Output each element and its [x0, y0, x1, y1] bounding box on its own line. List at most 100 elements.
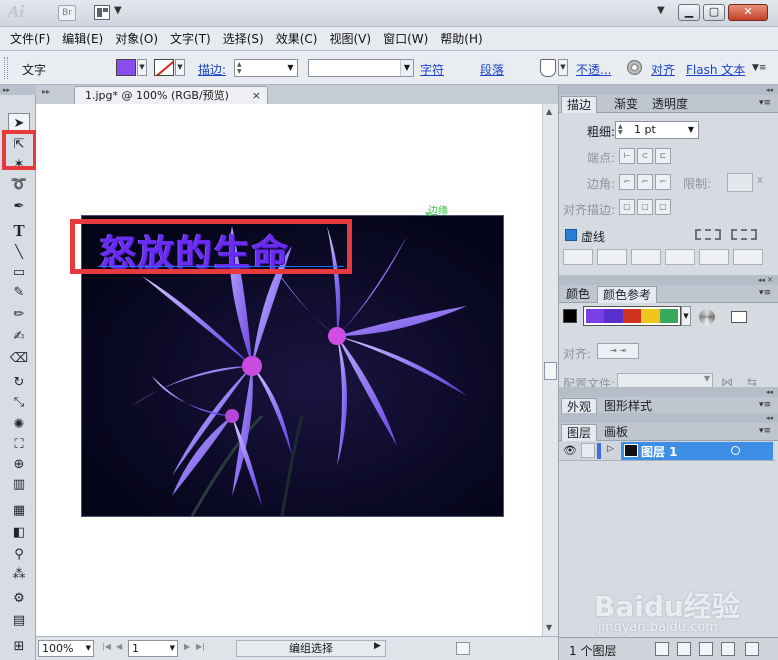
artboard-tool-icon[interactable]: ⊞ [8, 637, 30, 657]
lasso-tool-icon[interactable]: ➰ [8, 175, 30, 195]
align-options-icon[interactable]: ⇥ ⇥ [597, 343, 639, 359]
clipping-mask-icon[interactable] [677, 642, 691, 656]
maximize-button[interactable]: ▢ [703, 4, 725, 21]
shape-builder-tool-icon[interactable]: ⊕ [8, 455, 30, 475]
menu-window[interactable]: 窗口(W) [377, 27, 434, 50]
fill-color-swatch[interactable] [116, 59, 136, 76]
tools-collapse-icon[interactable]: ▸▸ [0, 85, 36, 95]
stroke-weight-input[interactable]: ▲ ▼ 1 pt ▼ [615, 121, 699, 139]
lock-toggle[interactable] [581, 443, 595, 458]
harmony-color[interactable] [604, 309, 623, 323]
bevel-join-icon[interactable]: ⌐ [655, 174, 671, 190]
flash-text-link[interactable]: Flash 文本 [686, 61, 745, 78]
document-tab[interactable]: 1.jpg* @ 100% (RGB/预览) × [74, 86, 268, 104]
menu-object[interactable]: 对象(O) [109, 27, 164, 50]
new-sublayer-icon[interactable] [699, 642, 713, 656]
stroke-link[interactable]: 描边: [198, 61, 226, 78]
layer-row[interactable]: 👁 ▷ 图层 1 [559, 441, 775, 461]
miter-limit-input[interactable] [727, 173, 753, 192]
delete-layer-icon[interactable] [745, 642, 759, 656]
first-artboard-icon[interactable]: |◀ [102, 642, 111, 651]
spinner-arrows-icon[interactable]: ▲ ▼ [237, 61, 242, 75]
scroll-up-icon[interactable]: ▲ [546, 107, 552, 116]
panel-menu-icon[interactable]: ▾≡ [759, 426, 771, 436]
layer-selected[interactable]: 图层 1 [621, 442, 773, 460]
rectangle-tool-icon[interactable]: ▭ [8, 263, 30, 283]
close-button[interactable]: ✕ [728, 4, 768, 21]
dash-input[interactable] [563, 249, 593, 265]
align-center-icon[interactable]: ▢ [619, 199, 635, 215]
panel-menu-icon[interactable]: ▾≡ [759, 400, 771, 410]
character-link[interactable]: 字符 [420, 61, 444, 78]
tab-color[interactable]: 颜色 [561, 286, 595, 303]
graphic-style-dropdown[interactable]: ▼ [558, 59, 568, 76]
zoom-level-combo[interactable]: 100% ▼ [38, 640, 94, 657]
tab-color-guide[interactable]: 颜色参考 [597, 286, 658, 303]
dock-collapse-icon[interactable]: ◂◂ [559, 85, 778, 95]
panel-collapse-icon[interactable]: ◂◂ [559, 413, 778, 423]
menu-type[interactable]: 文字(T) [164, 27, 217, 50]
edit-colors-icon[interactable] [699, 309, 715, 325]
gap-input[interactable] [733, 249, 763, 265]
chevron-down-icon[interactable]: ▼ [688, 122, 694, 138]
spinner-arrows-icon[interactable]: ▲ ▼ [618, 124, 623, 136]
layer-name[interactable]: 图层 1 [641, 443, 678, 460]
blend-tool-icon[interactable]: ⁂ [8, 565, 30, 585]
next-artboard-icon[interactable]: ▶ [184, 642, 190, 651]
panel-collapse-icon[interactable]: ◂◂ [559, 387, 778, 397]
variable-width-profile-combo[interactable]: ▼ [308, 59, 414, 77]
close-tab-icon[interactable]: × [252, 87, 261, 104]
gap-input[interactable] [597, 249, 627, 265]
status-info[interactable]: 编组选择 [236, 640, 386, 657]
align-link[interactable]: 对齐 [651, 61, 675, 78]
opacity-link[interactable]: 不透... [576, 61, 611, 78]
menu-help[interactable]: 帮助(H) [434, 27, 488, 50]
free-transform-tool-icon[interactable]: ⛶ [8, 435, 30, 455]
gap-input[interactable] [665, 249, 695, 265]
scroll-down-icon[interactable]: ▼ [546, 623, 552, 632]
last-artboard-icon[interactable]: ▶| [196, 642, 205, 651]
column-graph-tool-icon[interactable]: ▤ [8, 611, 30, 631]
target-circle-icon[interactable] [731, 446, 740, 455]
grip-icon[interactable]: ▸▸ [42, 87, 50, 96]
harmony-dropdown[interactable]: ▼ [681, 306, 691, 326]
menu-view[interactable]: 视图(V) [323, 27, 377, 50]
visibility-eye-icon[interactable]: 👁 [563, 444, 577, 457]
scroll-thumb[interactable] [544, 362, 557, 380]
dash-aligned-icon[interactable] [695, 229, 721, 240]
harmony-color[interactable] [659, 309, 679, 323]
menu-select[interactable]: 选择(S) [217, 27, 270, 50]
panel-menu-icon[interactable]: ▾≡ [759, 98, 771, 108]
graphic-style-icon[interactable] [540, 59, 556, 77]
arrange-documents-icon[interactable] [94, 5, 110, 20]
bridge-button[interactable]: Br [58, 5, 76, 21]
align-inside-icon[interactable]: ▢ [637, 199, 653, 215]
chevron-down-icon[interactable]: ▼ [400, 60, 413, 76]
type-tool-icon[interactable]: T [8, 221, 30, 241]
new-layer-icon[interactable] [721, 642, 735, 656]
status-menu-icon[interactable]: ▶ [374, 641, 381, 651]
tab-transparency[interactable]: 透明度 [647, 96, 693, 113]
dashed-line-checkbox[interactable] [565, 229, 577, 241]
harmony-rules-strip[interactable] [583, 306, 681, 326]
projecting-cap-icon[interactable]: ⊏ [655, 148, 671, 164]
workspace-dropdown-icon[interactable]: ▼ [657, 5, 665, 16]
base-color-swatch[interactable] [563, 309, 577, 323]
dash-input[interactable] [699, 249, 729, 265]
menu-edit[interactable]: 编辑(E) [56, 27, 109, 50]
round-join-icon[interactable]: ⌐ [637, 174, 653, 190]
locate-object-icon[interactable] [655, 642, 669, 656]
gradient-tool-icon[interactable]: ◧ [8, 523, 30, 543]
rotate-tool-icon[interactable]: ↻ [8, 373, 30, 393]
chevron-down-icon[interactable]: ▼ [284, 60, 297, 76]
pen-tool-icon[interactable]: ✒ [8, 197, 30, 217]
mesh-tool-icon[interactable]: ▦ [8, 501, 30, 521]
round-cap-icon[interactable]: ⊂ [637, 148, 653, 164]
tab-layers[interactable]: 图层 [561, 424, 598, 441]
menu-file[interactable]: 文件(F) [4, 27, 56, 50]
panel-menu-icon[interactable]: ▾≡ [759, 288, 771, 298]
minimize-button[interactable]: ▁ [678, 4, 700, 21]
graph-tool-icon[interactable]: ▥ [8, 475, 30, 495]
dash-input[interactable] [631, 249, 661, 265]
eyedropper-tool-icon[interactable]: ⚲ [8, 545, 30, 565]
